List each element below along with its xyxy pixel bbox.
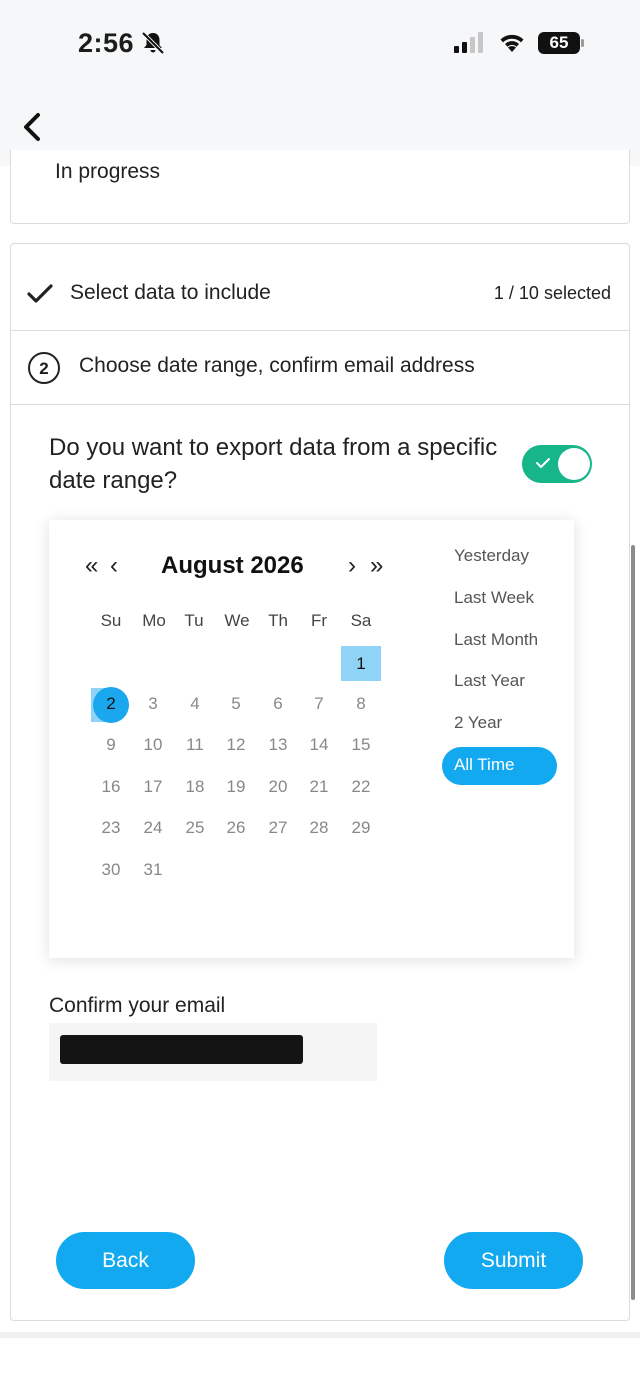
calendar-day[interactable]: 8: [341, 694, 381, 714]
calendar-day[interactable]: 25: [175, 818, 215, 838]
step-2-number: 2: [28, 352, 60, 384]
calendar-day[interactable]: 24: [133, 818, 173, 838]
step-1-label: Select data to include: [70, 281, 271, 304]
bell-muted-icon: [141, 31, 165, 55]
calendar-day[interactable]: 27: [258, 818, 298, 838]
preset-last-year[interactable]: Last Year: [454, 671, 525, 691]
weekday-header: Fr: [310, 611, 328, 630]
step-2-label: Choose date range, confirm email address: [79, 354, 475, 377]
email-label: Confirm your email: [49, 994, 226, 1017]
calendar-day[interactable]: 10: [133, 735, 173, 755]
calendar-day[interactable]: 17: [133, 777, 173, 797]
back-chevron-icon[interactable]: [18, 110, 48, 144]
status-bar: 2:56 65: [0, 0, 640, 90]
email-redaction: [60, 1035, 303, 1064]
prev-month-button[interactable]: ‹: [110, 552, 118, 580]
calendar-day[interactable]: 1: [341, 646, 381, 681]
next-year-button[interactable]: »: [370, 552, 383, 580]
weekday-header: Tu: [184, 611, 204, 630]
battery-level: 65: [549, 33, 569, 52]
weekday-header: Su: [100, 611, 122, 630]
calendar-day[interactable]: 13: [258, 735, 298, 755]
bottom-divider: [0, 1332, 640, 1338]
toggle-knob: [558, 448, 590, 480]
weekday-header: Th: [268, 611, 288, 630]
prev-year-button[interactable]: «: [85, 552, 98, 580]
preset-yesterday[interactable]: Yesterday: [454, 546, 529, 566]
preset-all-time[interactable]: All Time: [454, 755, 514, 775]
step-1-count: 1 / 10 selected: [493, 283, 611, 303]
wifi-icon: [500, 34, 524, 52]
progress-status: In progress: [55, 160, 161, 183]
calendar-day[interactable]: 16: [91, 777, 131, 797]
preset-last-month[interactable]: Last Month: [454, 630, 538, 650]
calendar-day[interactable]: 7: [299, 694, 339, 714]
calendar-day[interactable]: 5: [216, 694, 256, 714]
cellular-signal-icon: [454, 32, 483, 53]
calendar-day[interactable]: 21: [299, 777, 339, 797]
weekday-header: Mo: [142, 611, 166, 630]
calendar-day[interactable]: 29: [341, 818, 381, 838]
calendar-month-title: August 2026: [161, 552, 304, 579]
calendar-day[interactable]: 19: [216, 777, 256, 797]
weekday-header: We: [224, 611, 250, 630]
calendar-day[interactable]: 6: [258, 694, 298, 714]
scrollbar[interactable]: [631, 545, 635, 1300]
back-button[interactable]: Back: [56, 1232, 195, 1289]
calendar-day[interactable]: 15: [341, 735, 381, 755]
preset-last-week[interactable]: Last Week: [454, 588, 534, 608]
clock: 2:56: [78, 28, 135, 58]
next-month-button[interactable]: ›: [348, 552, 356, 580]
calendar-day[interactable]: 12: [216, 735, 256, 755]
calendar-day[interactable]: 26: [216, 818, 256, 838]
calendar-day[interactable]: 20: [258, 777, 298, 797]
toggle-check-icon: [536, 458, 550, 468]
calendar-day[interactable]: 22: [341, 777, 381, 797]
date-range-question: Do you want to export data from a specif…: [49, 434, 498, 494]
weekday-header: Sa: [350, 611, 372, 630]
calendar-day[interactable]: 14: [299, 735, 339, 755]
calendar-day[interactable]: 18: [175, 777, 215, 797]
calendar-day[interactable]: 28: [299, 818, 339, 838]
calendar-day[interactable]: 23: [91, 818, 131, 838]
battery-icon: 65: [538, 32, 584, 54]
submit-button[interactable]: Submit: [444, 1232, 583, 1289]
calendar-day[interactable]: 2: [91, 694, 131, 714]
calendar-day[interactable]: 9: [91, 735, 131, 755]
calendar-day[interactable]: 3: [133, 694, 173, 714]
checkmark-icon: [27, 284, 53, 303]
calendar-day[interactable]: 11: [175, 735, 215, 755]
calendar-day[interactable]: 4: [175, 694, 215, 714]
calendar-day[interactable]: 31: [133, 860, 173, 880]
preset-2-year[interactable]: 2 Year: [454, 713, 502, 733]
calendar-day[interactable]: 30: [91, 860, 131, 880]
